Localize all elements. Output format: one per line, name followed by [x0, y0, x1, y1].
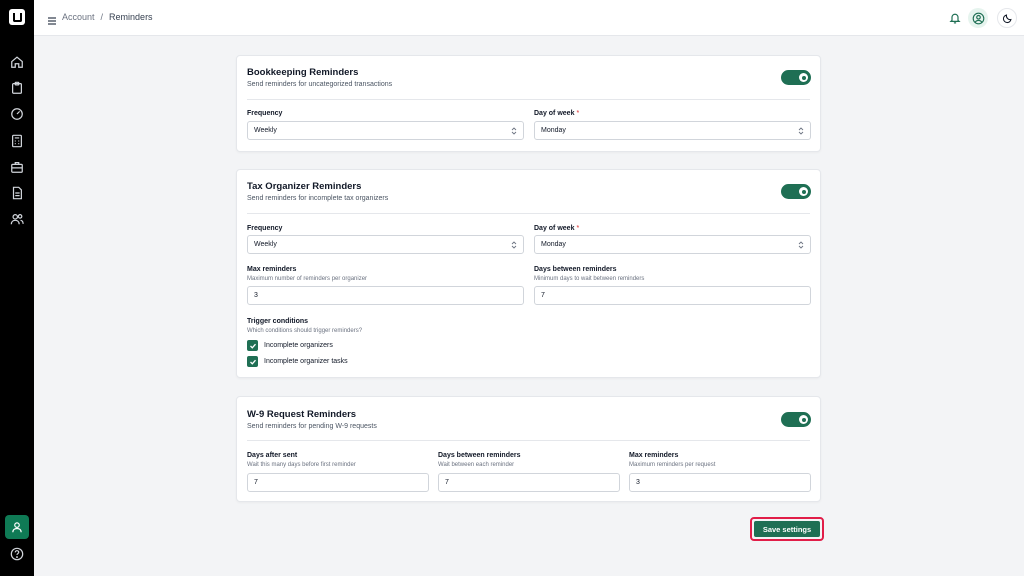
card-description: Send reminders for uncategorized transac… — [247, 81, 393, 88]
trigger-label: Incomplete organizer tasks — [264, 358, 348, 365]
bookkeeping-card: Bookkeeping Reminders Send reminders for… — [236, 55, 821, 152]
days-between-input[interactable]: 7 — [438, 473, 620, 492]
trigger-checkbox-row[interactable]: Incomplete organizer tasks — [247, 356, 348, 367]
chevron-updown-icon — [511, 241, 517, 249]
max-reminders-value: 3 — [636, 479, 640, 486]
checkmark-icon — [249, 359, 256, 365]
checkbox-checked[interactable] — [247, 340, 258, 351]
max-reminders-value: 3 — [254, 292, 258, 299]
moon-icon — [1002, 13, 1012, 23]
days-after-sent-input[interactable]: 7 — [247, 473, 429, 492]
card-title: Bookkeeping Reminders — [247, 67, 359, 78]
document-icon[interactable] — [10, 186, 24, 200]
days-between-input[interactable]: 7 — [534, 286, 811, 305]
trigger-label: Incomplete organizers — [264, 342, 333, 349]
save-settings-button-focus-ring[interactable]: Save settings — [750, 517, 824, 541]
w9-card: W-9 Request Reminders Send reminders for… — [236, 396, 821, 502]
menu-icon[interactable] — [47, 13, 57, 25]
top-bar: Account / Reminders — [34, 0, 1024, 36]
day-of-week-select[interactable]: Monday — [534, 121, 811, 140]
tax-organizer-card: Tax Organizer Reminders Send reminders f… — [236, 169, 821, 378]
sidebar — [0, 0, 34, 576]
day-of-week-label: Day of week * — [534, 110, 580, 117]
days-between-value: 7 — [541, 292, 545, 299]
days-after-sent-value: 7 — [254, 479, 258, 486]
card-description: Send reminders for pending W-9 requests — [247, 423, 377, 430]
checkbox-checked[interactable] — [247, 356, 258, 367]
checkmark-icon — [249, 343, 256, 349]
days-after-sent-hint: Wait this many days before first reminde… — [247, 462, 356, 468]
days-after-sent-label: Days after sent — [247, 452, 298, 459]
frequency-value: Weekly — [254, 241, 277, 248]
max-reminders-input[interactable]: 3 — [247, 286, 524, 305]
day-of-week-label: Day of week * — [534, 225, 580, 232]
max-reminders-input[interactable]: 3 — [629, 473, 811, 492]
tax-organizer-enabled-toggle[interactable] — [781, 184, 811, 199]
chevron-updown-icon — [798, 127, 804, 135]
briefcase-icon[interactable] — [10, 160, 24, 174]
w9-enabled-toggle[interactable] — [781, 412, 811, 427]
users-icon[interactable] — [10, 212, 24, 226]
breadcrumb-separator: / — [100, 12, 104, 22]
max-reminders-hint: Maximum number of reminders per organize… — [247, 276, 368, 282]
bookkeeping-enabled-toggle[interactable] — [781, 70, 811, 85]
card-title: Tax Organizer Reminders — [247, 181, 362, 192]
card-description: Send reminders for incomplete tax organi… — [247, 195, 389, 202]
profile-icon — [972, 12, 984, 24]
divider — [247, 440, 810, 441]
day-of-week-value: Monday — [541, 127, 566, 134]
frequency-label: Frequency — [247, 110, 283, 117]
divider — [247, 99, 810, 100]
breadcrumb-current: Reminders — [109, 12, 153, 22]
chevron-updown-icon — [511, 127, 517, 135]
days-between-label: Days between reminders — [438, 452, 521, 459]
chevron-updown-icon — [798, 241, 804, 249]
trigger-conditions-label: Trigger conditions — [247, 318, 309, 325]
max-reminders-label: Max reminders — [247, 266, 297, 273]
days-between-value: 7 — [445, 479, 449, 486]
frequency-label: Frequency — [247, 225, 283, 232]
frequency-select[interactable]: Weekly — [247, 235, 524, 254]
frequency-select[interactable]: Weekly — [247, 121, 524, 140]
account-button[interactable] — [5, 515, 29, 539]
max-reminders-hint: Maximum reminders per request — [629, 462, 716, 468]
days-between-hint: Wait between each reminder — [438, 462, 515, 468]
days-between-label: Days between reminders — [534, 266, 617, 273]
gauge-icon[interactable] — [10, 107, 24, 121]
days-between-hint: Minimum days to wait between reminders — [534, 276, 645, 282]
profile-button[interactable] — [968, 8, 988, 28]
breadcrumb: Account / Reminders — [62, 12, 153, 22]
clipboard-icon[interactable] — [10, 81, 24, 95]
calculator-icon[interactable] — [10, 134, 24, 148]
trigger-conditions-hint: Which conditions should trigger reminder… — [247, 328, 363, 334]
help-icon[interactable] — [10, 547, 24, 561]
divider — [247, 213, 810, 214]
breadcrumb-account[interactable]: Account — [62, 12, 95, 22]
frequency-value: Weekly — [254, 127, 277, 134]
home-icon[interactable] — [10, 55, 24, 69]
user-icon — [12, 522, 22, 533]
save-settings-button[interactable]: Save settings — [754, 521, 820, 537]
card-title: W-9 Request Reminders — [247, 409, 357, 420]
max-reminders-label: Max reminders — [629, 452, 679, 459]
day-of-week-value: Monday — [541, 241, 566, 248]
app-logo[interactable] — [9, 9, 25, 25]
trigger-checkbox-row[interactable]: Incomplete organizers — [247, 340, 333, 351]
day-of-week-select[interactable]: Monday — [534, 235, 811, 254]
bell-icon[interactable] — [949, 11, 961, 24]
theme-toggle-button[interactable] — [997, 8, 1017, 28]
